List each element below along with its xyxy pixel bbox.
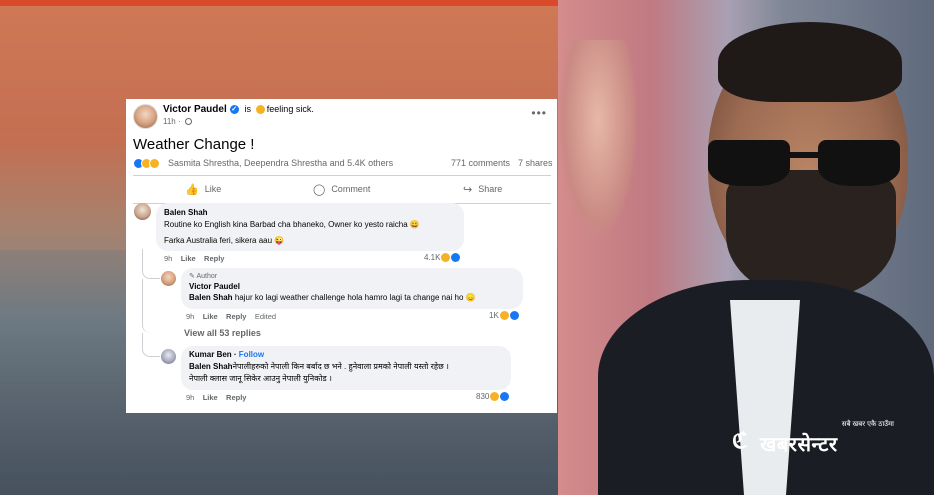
sunglasses — [708, 140, 908, 190]
replier-name[interactable]: Victor Paudel — [189, 282, 240, 291]
commenter-name[interactable]: Kumar Ben — [189, 350, 232, 359]
comment-meta: 9h Like Reply — [186, 393, 246, 402]
haha-reaction-icon — [490, 392, 500, 402]
sunglasses-lens-right — [818, 140, 900, 186]
avatar[interactable] — [133, 104, 158, 129]
watermark-logo: सबै खबर एकै ठाउँमा ℭ खबरसेन्टर — [732, 420, 902, 460]
sick-emoji-icon — [255, 104, 265, 114]
comment-reactions[interactable]: 1K — [489, 311, 519, 321]
like-reaction-icon — [500, 392, 510, 402]
comment-bubble: Balen Shah Routine ko English kina Barba… — [156, 203, 464, 251]
post-actions: 👍 Like ◯ Comment ↪ Share — [133, 176, 551, 202]
mention-link[interactable]: Balen Shah — [189, 362, 233, 371]
view-all-replies-link[interactable]: View all 53 replies — [184, 328, 261, 338]
like-button[interactable]: 👍 Like — [185, 176, 221, 202]
facebook-post-card: Victor Paudel ✓ is feeling sick. 11h · ••… — [126, 99, 557, 413]
comment-time[interactable]: 9h — [186, 312, 194, 321]
like-label: Like — [204, 184, 222, 194]
reactions-summary: Sasmita Shrestha, Deependra Shrestha and… — [133, 157, 553, 171]
reply-text-body: नेपालीहरुको नेपाली किन बर्बाद छ भने . हु… — [232, 362, 449, 371]
comment-time[interactable]: 9h — [164, 254, 172, 263]
comment-reactions[interactable]: 4.1K — [424, 253, 461, 263]
person-hair — [718, 22, 902, 102]
reply-bubble: Kumar Ben · Follow Balen Shahनेपालीहरुको… — [181, 346, 511, 390]
comment-like-button[interactable]: Like — [203, 312, 218, 321]
comment-text-line: Routine ko English kina Barbad cha bhane… — [164, 220, 420, 229]
post-text: Weather Change ! — [133, 136, 255, 153]
follow-button[interactable]: Follow — [239, 350, 264, 359]
share-label: Share — [478, 184, 503, 194]
comment-meta: 9h Like Reply Edited — [186, 312, 276, 321]
comment-like-button[interactable]: Like — [203, 393, 218, 402]
edited-label: Edited — [254, 312, 277, 321]
shares-count[interactable]: 7 shares — [518, 158, 553, 168]
post-time-text: 11h — [163, 117, 176, 126]
verified-badge-icon: ✓ — [229, 104, 239, 114]
comment-label: Comment — [331, 184, 371, 194]
thumbs-up-icon: 👍 — [185, 183, 199, 196]
sunglasses-lens-left — [708, 140, 790, 186]
comment-meta: 9h Like Reply — [164, 254, 224, 263]
reply-text-line: नेपाली क्लास जानू सिकेर आउनु नेपाली युनि… — [189, 374, 332, 383]
mention-link[interactable]: Balen Shah — [189, 293, 233, 302]
post-is-label: is — [244, 104, 252, 114]
author-tag: ✎ Author — [189, 272, 217, 280]
comment-reply-button[interactable]: Reply — [226, 312, 246, 321]
author-tag-text: Author — [196, 273, 218, 280]
watermark-mark-icon: ℭ — [732, 428, 748, 453]
reply-text-line: Balen Shahनेपालीहरुको नेपाली किन बर्बाद … — [189, 361, 449, 372]
share-arrow-icon: ↪ — [463, 183, 473, 196]
haha-reaction-icon — [149, 158, 160, 169]
commenter-name[interactable]: Balen Shah — [164, 208, 208, 217]
reply-thread-line — [142, 279, 182, 333]
commenter-avatar[interactable] — [161, 349, 176, 364]
sunglasses-bridge — [788, 152, 820, 158]
comment-reaction-count: 4.1K — [424, 253, 441, 262]
author-avatar[interactable] — [161, 271, 176, 286]
post-feeling: feeling sick. — [266, 104, 314, 114]
comment-reaction-count: 830 — [476, 392, 490, 401]
watermark-brand: खबरसेन्टर — [760, 434, 838, 456]
reply-thread-line — [142, 333, 160, 357]
reply-thread-line — [142, 249, 160, 279]
like-reaction-icon — [509, 311, 519, 321]
comment-text-line: Farka Australia feri, sikera aau 😜 — [164, 236, 285, 245]
comment-button[interactable]: ◯ Comment — [313, 176, 370, 202]
top-accent-bar — [0, 0, 558, 6]
like-reaction-icon — [451, 253, 461, 263]
comment-like-button[interactable]: Like — [181, 254, 196, 263]
comment-reactions[interactable]: 830 — [476, 392, 510, 402]
haha-reaction-icon — [441, 253, 451, 263]
post-header: Victor Paudel ✓ is feeling sick. — [163, 104, 314, 115]
post-timestamp[interactable]: 11h · — [163, 117, 192, 126]
comment-reply-button[interactable]: Reply — [204, 254, 224, 263]
comment-bubble-icon: ◯ — [313, 183, 326, 196]
reaction-names[interactable]: Sasmita Shrestha, Deependra Shrestha and… — [168, 158, 393, 168]
post-author-name[interactable]: Victor Paudel — [163, 104, 227, 115]
comments-count[interactable]: 771 comments — [451, 158, 510, 168]
commenter-avatar[interactable] — [134, 203, 151, 220]
more-options-icon[interactable]: ••• — [531, 107, 547, 119]
haha-reaction-icon — [499, 311, 509, 321]
watermark-tagline: सबै खबर एकै ठाउँमा — [841, 421, 894, 428]
comment-reaction-count: 1K — [489, 311, 499, 320]
reply-bubble: ✎ Author Victor Paudel Balen Shah hajur … — [181, 268, 523, 309]
reply-text-body: hajur ko lagi weather challenge hola ham… — [234, 293, 476, 302]
comment-time[interactable]: 9h — [186, 393, 194, 402]
share-button[interactable]: ↪ Share — [463, 176, 502, 202]
globe-icon — [184, 118, 192, 126]
reply-text: Balen Shah hajur ko lagi weather challen… — [189, 293, 476, 302]
comment-reply-button[interactable]: Reply — [226, 393, 246, 402]
commenter-header: Kumar Ben · Follow — [189, 350, 265, 359]
reaction-icons[interactable] — [133, 158, 163, 169]
pencil-icon: ✎ — [189, 273, 195, 280]
background-person — [558, 40, 638, 240]
